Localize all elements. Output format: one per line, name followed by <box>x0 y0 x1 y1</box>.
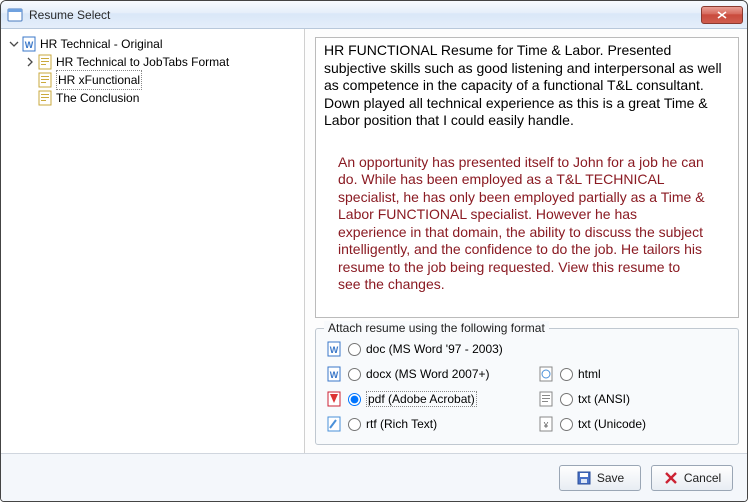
format-option-doc[interactable]: W doc (MS Word '97 - 2003) <box>326 339 516 359</box>
format-radio-txt-ansi[interactable] <box>560 393 573 406</box>
close-icon <box>717 11 727 19</box>
word-doc-icon: W <box>326 341 342 357</box>
description-body: An opportunity has presented itself to J… <box>324 154 730 294</box>
format-label: txt (ANSI) <box>578 392 630 406</box>
format-radio-pdf[interactable] <box>348 393 361 406</box>
rtf-file-icon <box>326 416 342 432</box>
save-label: Save <box>597 471 624 485</box>
save-icon <box>576 470 592 486</box>
tree-label: HR Technical - Original <box>40 35 163 53</box>
save-button[interactable]: Save <box>559 465 641 491</box>
pdf-file-icon <box>326 391 342 407</box>
svg-text:W: W <box>330 345 339 355</box>
cancel-icon <box>663 470 679 486</box>
tree-label: HR xFunctional <box>56 70 142 90</box>
unicode-file-icon: ¥ <box>538 416 554 432</box>
format-option-txt-ansi[interactable]: txt (ANSI) <box>538 389 728 409</box>
html-file-icon <box>538 366 554 382</box>
format-label: rtf (Rich Text) <box>366 417 437 431</box>
word-doc-icon: W <box>326 366 342 382</box>
button-bar: Save Cancel <box>1 453 747 501</box>
close-button[interactable] <box>701 6 743 24</box>
format-option-docx[interactable]: W docx (MS Word 2007+) <box>326 364 516 384</box>
expander-icon[interactable] <box>23 55 37 69</box>
tree-label: HR Technical to JobTabs Format <box>56 53 229 71</box>
format-radio-rtf[interactable] <box>348 418 361 431</box>
tree-panel[interactable]: W HR Technical - Original <box>1 29 305 453</box>
format-radio-txt-unicode[interactable] <box>560 418 573 431</box>
titlebar: Resume Select <box>1 1 747 29</box>
format-label: txt (Unicode) <box>578 417 646 431</box>
format-legend: Attach resume using the following format <box>324 321 549 335</box>
svg-text:W: W <box>25 40 34 50</box>
format-label: doc (MS Word '97 - 2003) <box>366 342 503 356</box>
format-radio-doc[interactable] <box>348 343 361 356</box>
format-label: html <box>578 367 601 381</box>
app-icon <box>7 7 23 23</box>
format-radio-docx[interactable] <box>348 368 361 381</box>
text-file-icon <box>538 391 554 407</box>
format-option-rtf[interactable]: rtf (Rich Text) <box>326 414 516 434</box>
tree-root-item[interactable]: W HR Technical - Original <box>7 35 302 53</box>
content-panel: HR FUNCTIONAL Resume for Time & Labor. P… <box>305 29 747 453</box>
cancel-button[interactable]: Cancel <box>651 465 733 491</box>
tree-item-jobtabs[interactable]: HR Technical to JobTabs Format <box>23 53 302 71</box>
resume-doc-icon <box>37 90 53 106</box>
word-doc-icon: W <box>21 36 37 52</box>
svg-text:W: W <box>330 370 339 380</box>
tree-label: The Conclusion <box>56 89 139 107</box>
description-summary: HR FUNCTIONAL Resume for Time & Labor. P… <box>324 42 730 130</box>
expander-collapse-icon[interactable] <box>7 37 21 51</box>
format-option-txt-unicode[interactable]: ¥ txt (Unicode) <box>538 414 728 434</box>
svg-text:¥: ¥ <box>543 421 549 430</box>
format-option-html[interactable]: html <box>538 364 728 384</box>
window-title: Resume Select <box>29 8 701 22</box>
format-option-pdf[interactable]: pdf (Adobe Acrobat) <box>326 389 516 409</box>
format-label: docx (MS Word 2007+) <box>366 367 490 381</box>
description-box[interactable]: HR FUNCTIONAL Resume for Time & Labor. P… <box>315 37 739 318</box>
split-pane: W HR Technical - Original <box>1 29 747 453</box>
tree-item-conclusion[interactable]: · The Conclusion <box>23 89 302 107</box>
window: Resume Select W <box>0 0 748 502</box>
format-group: Attach resume using the following format… <box>315 328 739 445</box>
tree-item-xfunctional[interactable]: · HR xFunctional <box>23 71 302 89</box>
format-label: pdf (Adobe Acrobat) <box>366 391 477 407</box>
cancel-label: Cancel <box>684 471 721 485</box>
resume-doc-icon <box>37 72 53 88</box>
resume-doc-icon <box>37 54 53 70</box>
window-body: W HR Technical - Original <box>1 29 747 501</box>
format-radio-html[interactable] <box>560 368 573 381</box>
